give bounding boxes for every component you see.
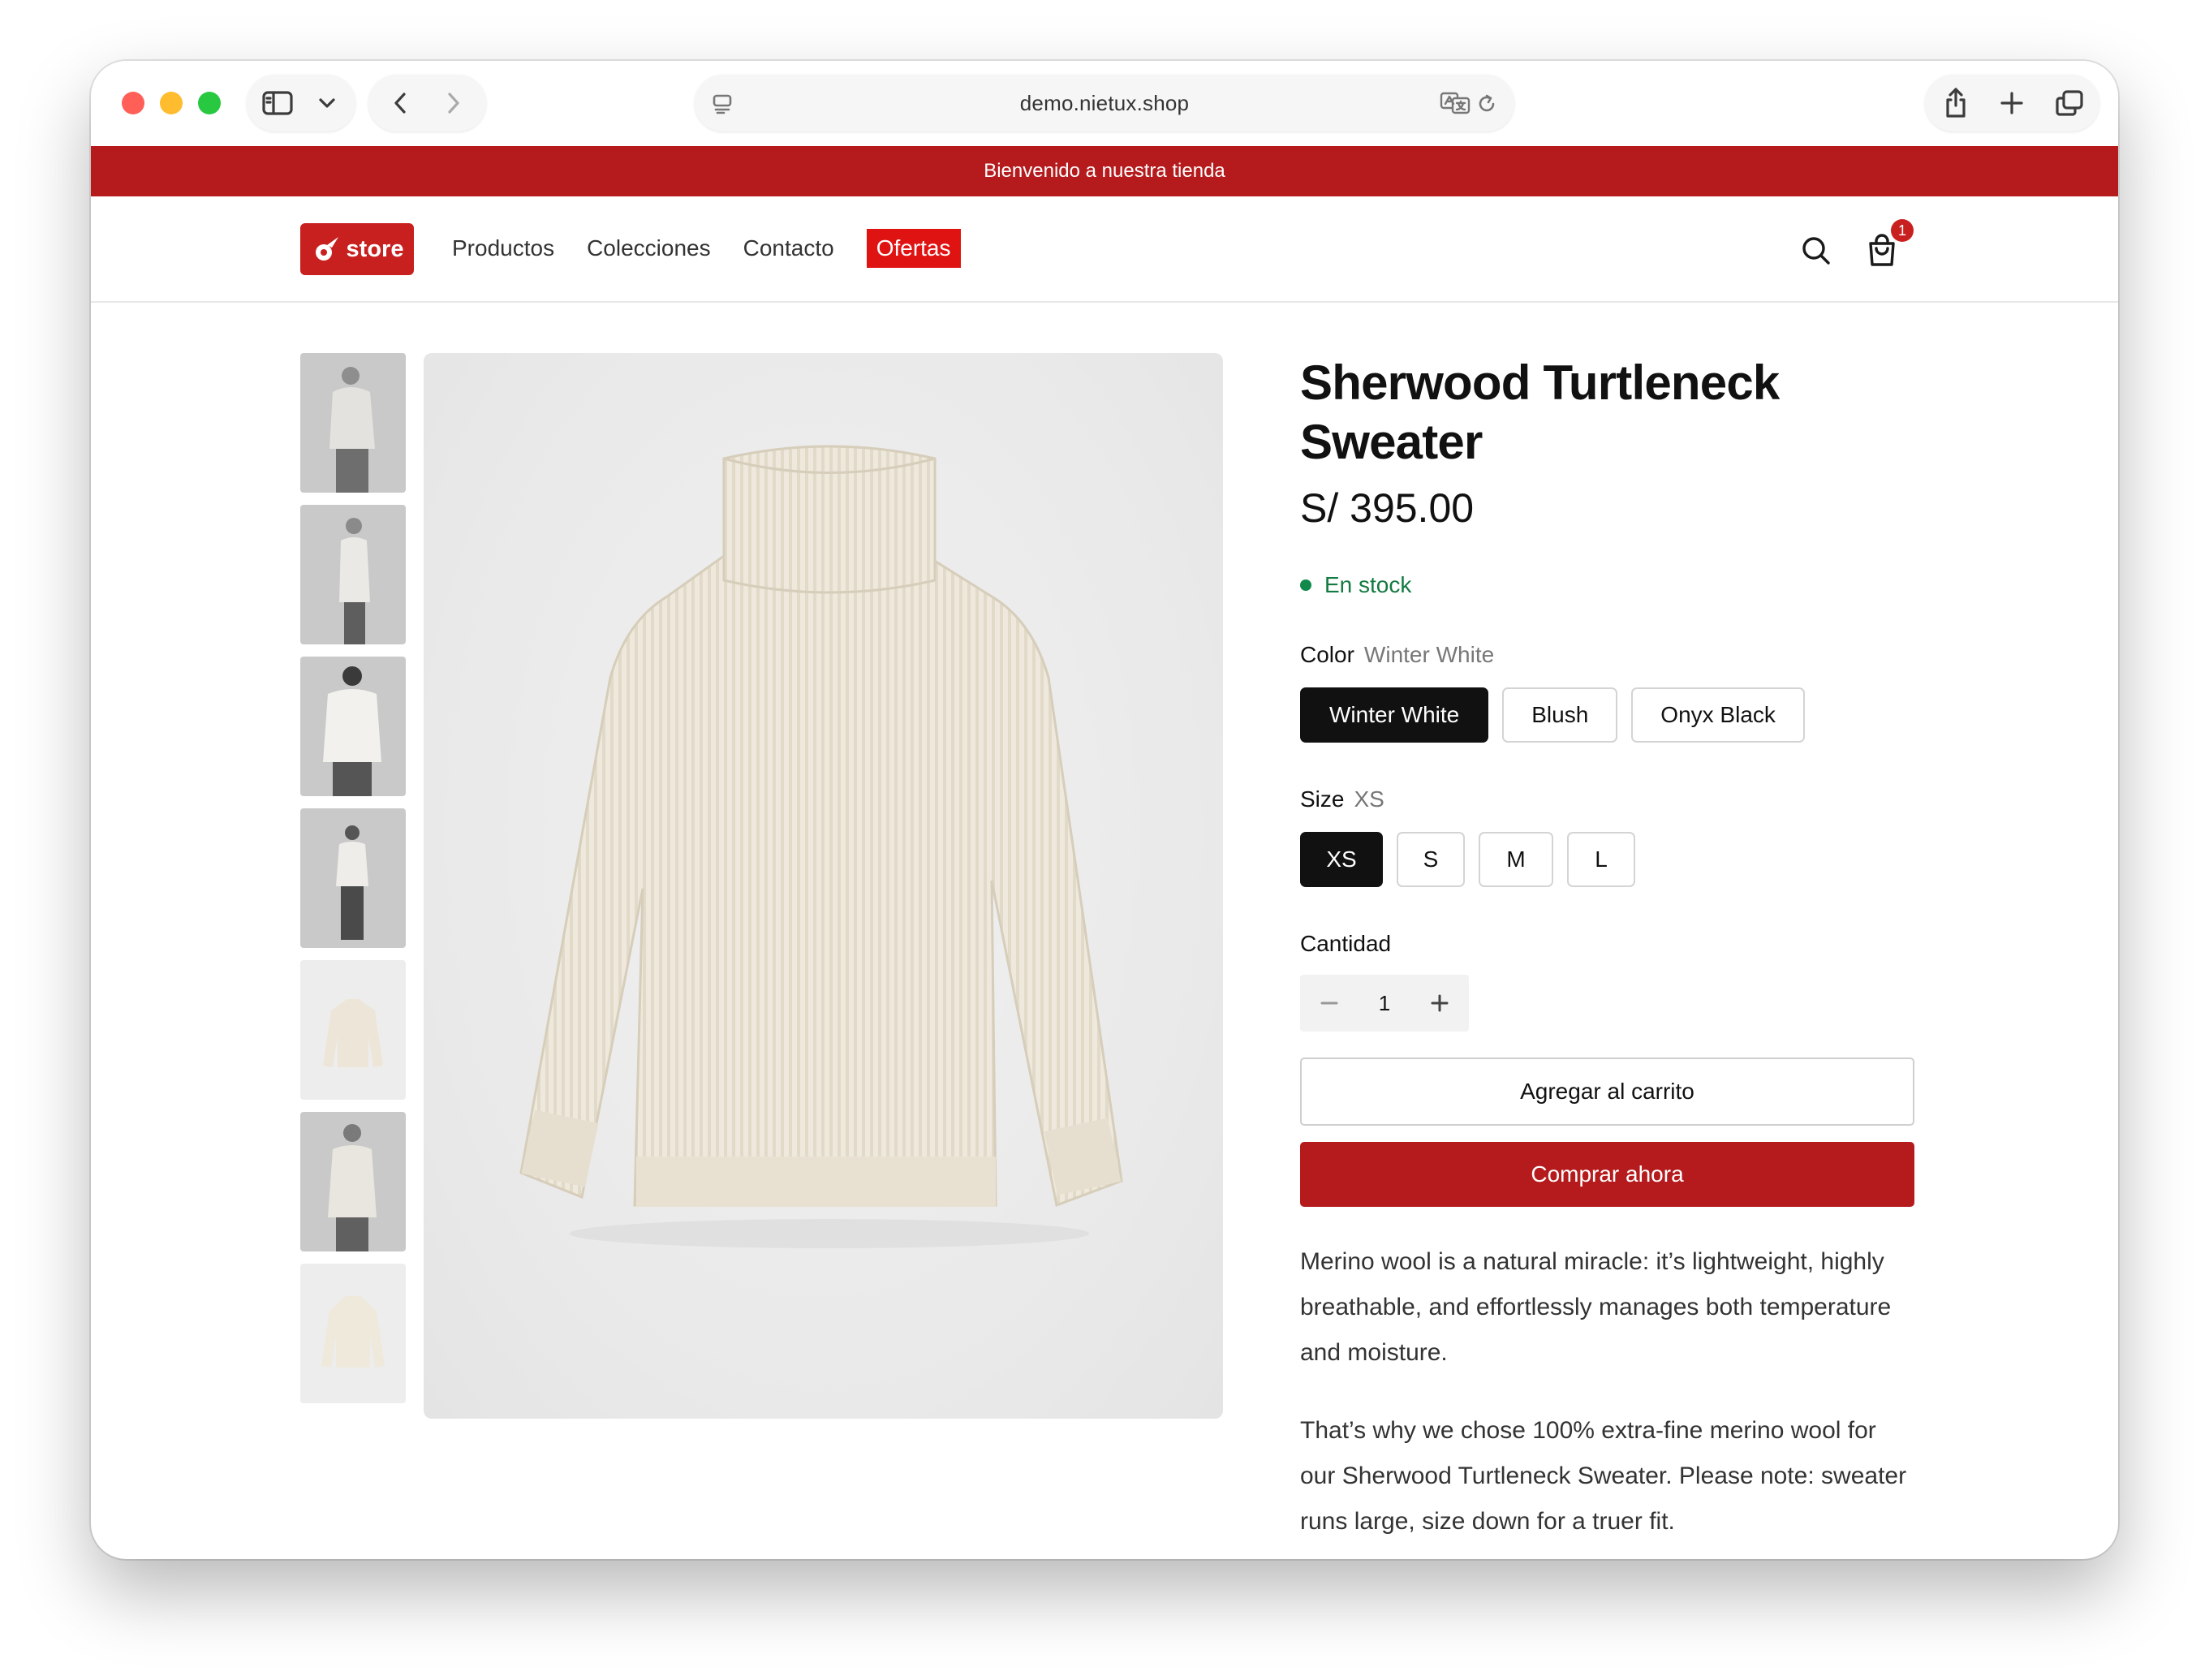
chevron-down-icon[interactable] bbox=[315, 91, 339, 115]
color-option-winter-white[interactable]: Winter White bbox=[1300, 687, 1489, 743]
plus-icon bbox=[1431, 994, 1449, 1012]
logo-text: store bbox=[346, 235, 404, 262]
quantity-decrease-button[interactable] bbox=[1313, 987, 1346, 1019]
size-option-xs[interactable]: XS bbox=[1300, 832, 1383, 887]
quantity-increase-button[interactable] bbox=[1423, 987, 1456, 1019]
sidebar-icon[interactable] bbox=[261, 88, 294, 118]
description-paragraph-1: Merino wool is a natural miracle: it’s l… bbox=[1300, 1248, 1892, 1366]
nav-link-colecciones[interactable]: Colecciones bbox=[587, 229, 711, 268]
size-selected-value: XS bbox=[1354, 786, 1384, 812]
tabs-overview-icon[interactable] bbox=[2053, 88, 2086, 118]
quantity-label: Cantidad bbox=[1300, 931, 1392, 956]
page-settings-icon[interactable] bbox=[709, 91, 735, 117]
color-label: Color Winter White bbox=[1300, 642, 1917, 668]
stock-status: En stock bbox=[1300, 572, 1917, 598]
sweater-image bbox=[519, 445, 1123, 1248]
thumbnail-list bbox=[300, 353, 406, 1420]
store-logo[interactable]: store bbox=[300, 223, 414, 275]
browser-toolbar: demo.nietux.shop bbox=[91, 61, 2118, 146]
announcement-bar: Bienvenido a nuestra tienda bbox=[91, 146, 2118, 196]
main-nav: Productos Colecciones Contacto Ofertas bbox=[452, 229, 993, 268]
stock-text: En stock bbox=[1324, 572, 1412, 597]
search-icon[interactable] bbox=[1798, 232, 1835, 269]
size-label-text: Size bbox=[1300, 786, 1345, 812]
thumbnail-6[interactable] bbox=[300, 1112, 406, 1251]
color-selected-value: Winter White bbox=[1363, 642, 1495, 667]
thumbnail-3[interactable] bbox=[300, 657, 406, 796]
thumbnail-5[interactable] bbox=[300, 960, 406, 1100]
quantity-stepper: 1 bbox=[1300, 975, 1469, 1032]
plus-icon[interactable] bbox=[1996, 88, 2027, 118]
history-nav-group bbox=[368, 75, 486, 131]
stock-dot-icon bbox=[1300, 579, 1311, 591]
color-label-text: Color bbox=[1300, 642, 1354, 667]
product-price: S/ 395.00 bbox=[1300, 485, 1475, 531]
buy-now-button[interactable]: Comprar ahora bbox=[1300, 1142, 1914, 1207]
color-options: Winter White Blush Onyx Black bbox=[1300, 687, 1917, 743]
store-header: store Productos Colecciones Contacto Ofe… bbox=[91, 196, 2118, 303]
browser-actions-group bbox=[1925, 75, 2099, 131]
product-title-line-1: Sherwood Turtleneck bbox=[1300, 355, 1780, 410]
thumbnail-1[interactable] bbox=[300, 353, 406, 493]
color-option-onyx-black[interactable]: Onyx Black bbox=[1631, 687, 1805, 743]
url-text[interactable]: demo.nietux.shop bbox=[1020, 91, 1189, 116]
nav-link-productos[interactable]: Productos bbox=[452, 229, 554, 268]
address-bar[interactable]: demo.nietux.shop bbox=[695, 75, 1514, 131]
minimize-window-button[interactable] bbox=[160, 92, 183, 114]
reload-icon[interactable] bbox=[1474, 91, 1500, 117]
quantity-value[interactable]: 1 bbox=[1379, 991, 1390, 1016]
size-options: XS S M L bbox=[1300, 832, 1917, 887]
product-title-line-2: Sweater bbox=[1300, 415, 1483, 469]
minus-icon bbox=[1320, 1002, 1338, 1005]
main-product-image[interactable] bbox=[424, 353, 1223, 1419]
cart-count-badge: 1 bbox=[1891, 219, 1914, 242]
product-description: Merino wool is a natural miracle: it’s l… bbox=[1300, 1239, 1914, 1544]
color-option-blush[interactable]: Blush bbox=[1502, 687, 1618, 743]
thumbnail-7[interactable] bbox=[300, 1264, 406, 1403]
size-option-l[interactable]: L bbox=[1567, 832, 1635, 887]
logo-mark-icon bbox=[315, 237, 338, 261]
product-title: Sherwood Turtleneck Sweater bbox=[1300, 353, 1917, 472]
sidebar-toggle-group bbox=[247, 75, 355, 131]
nav-link-contacto[interactable]: Contacto bbox=[743, 229, 834, 268]
browser-window: demo.nietux.shop Bienvenido a nuestra ti… bbox=[91, 61, 2118, 1559]
thumbnail-4[interactable] bbox=[300, 808, 406, 948]
thumbnail-2[interactable] bbox=[300, 505, 406, 644]
nav-link-ofertas[interactable]: Ofertas bbox=[866, 229, 961, 268]
zoom-window-button[interactable] bbox=[198, 92, 221, 114]
close-window-button[interactable] bbox=[122, 92, 144, 114]
shopping-bag-icon bbox=[1869, 234, 1895, 266]
share-icon[interactable] bbox=[1940, 86, 1972, 120]
add-to-cart-button[interactable]: Agregar al carrito bbox=[1300, 1058, 1914, 1126]
size-option-m[interactable]: M bbox=[1479, 832, 1553, 887]
window-controls bbox=[122, 92, 221, 114]
size-option-s[interactable]: S bbox=[1397, 832, 1465, 887]
chevron-left-icon[interactable] bbox=[386, 89, 414, 117]
description-paragraph-2: That’s why we chose 100% extra-fine meri… bbox=[1300, 1417, 1907, 1535]
size-label: Size XS bbox=[1300, 786, 1917, 812]
cart-button[interactable]: 1 bbox=[1863, 219, 1914, 269]
translate-icon[interactable] bbox=[1440, 89, 1472, 117]
product-info: Sherwood Turtleneck Sweater S/ 395.00 En… bbox=[1300, 353, 1917, 1544]
chevron-right-icon[interactable] bbox=[440, 89, 467, 117]
